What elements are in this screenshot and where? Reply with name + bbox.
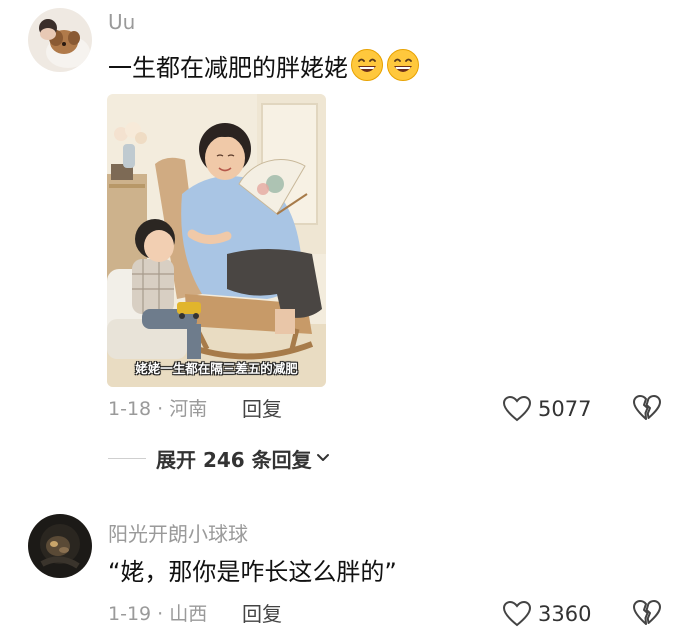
avatar[interactable] [28,8,92,72]
comment-1: Uu 一生都在减肥的胖姥姥 姥姥一生都在隔三差五的减肥 1-18 · 河南 回复… [0,0,690,472]
like-count: 3360 [538,602,592,626]
reply-button[interactable]: 回复 [242,396,282,422]
grinning-face-emoji-icon [387,49,419,81]
dislike-button[interactable] [632,599,662,629]
comment-image[interactable]: 姥姥一生都在隔三差五的减肥 [107,94,326,387]
comment-text-body: 一生都在减肥的胖姥姥 [108,54,348,82]
expand-replies-button[interactable]: 展开 246 条回复 [156,444,330,473]
broken-heart-outline-icon [633,395,661,420]
date-location: 1-18 · 河南 [108,398,208,420]
like-count: 5077 [538,397,592,421]
heart-outline-icon [502,395,532,422]
date-location: 1-19 · 山西 [108,603,208,625]
like-button[interactable]: 5077 [502,394,591,424]
grinning-face-emoji-icon [351,49,383,81]
expand-replies-row: 展开 246 条回复 [108,444,330,472]
heart-outline-icon [502,600,532,627]
broken-heart-outline-icon [633,600,661,625]
chevron-down-icon [316,454,329,461]
reply-button[interactable]: 回复 [242,601,282,627]
dislike-button[interactable] [632,394,662,424]
username[interactable]: 阳光开朗小球球 [108,518,248,547]
comment-2: 阳光开朗小球球 “姥，那你是咋长这么胖的” 1-19 · 山西 回复 3360 [0,500,690,644]
like-button[interactable]: 3360 [502,599,591,629]
comment-text: 一生都在减肥的胖姥姥 [108,48,420,84]
image-caption: 姥姥一生都在隔三差五的减肥 [135,361,298,376]
username[interactable]: Uu [108,10,135,34]
comment-text: “姥，那你是咋长这么胖的” [108,558,397,586]
divider-line [108,457,146,459]
avatar[interactable] [28,514,92,578]
expand-replies-label: 展开 246 条回复 [156,447,312,472]
